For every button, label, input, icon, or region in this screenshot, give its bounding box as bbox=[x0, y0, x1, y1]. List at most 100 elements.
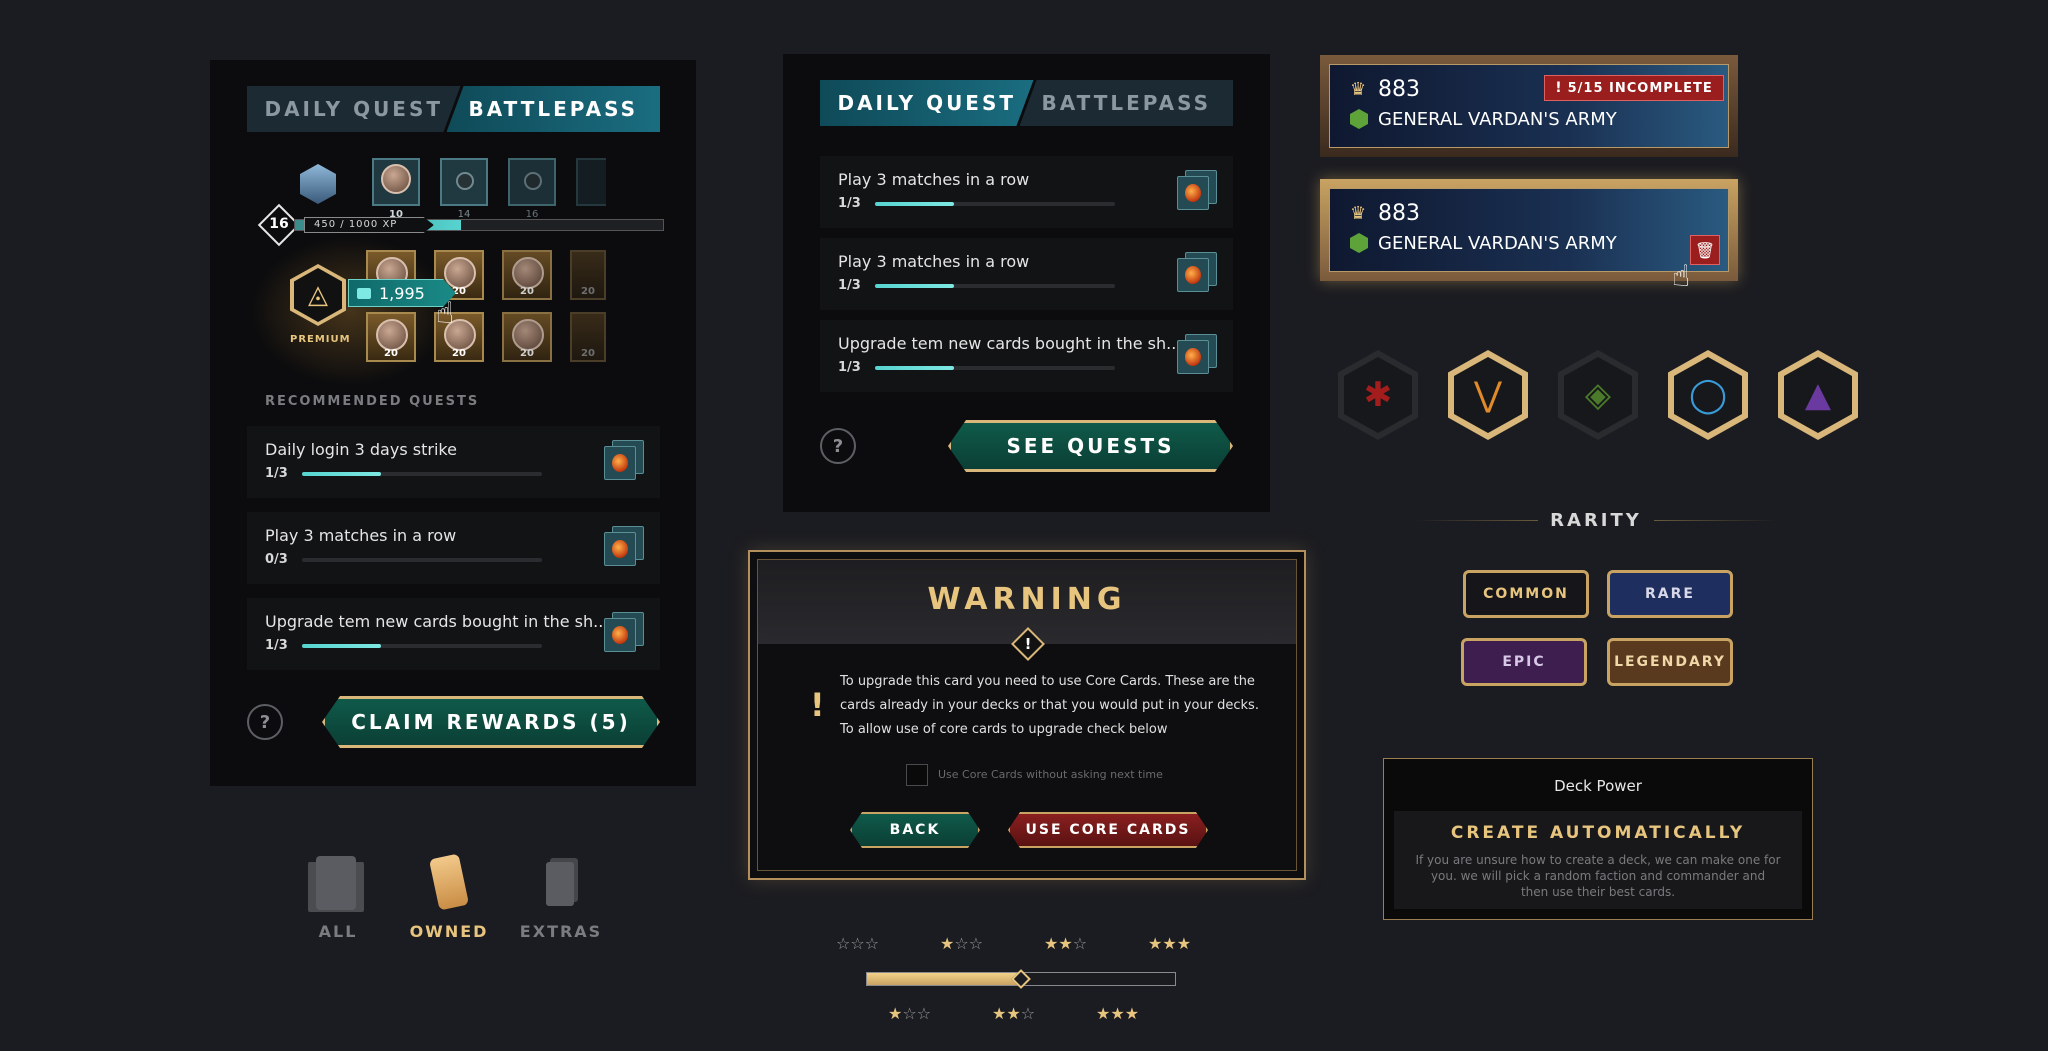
quest-progress-fill bbox=[875, 284, 955, 288]
premium-reward-slot[interactable]: 20 bbox=[366, 312, 416, 362]
star-progress-fill bbox=[867, 973, 1021, 985]
banner-name: GENERAL VARDAN'S ARMY bbox=[1378, 109, 1617, 130]
incomplete-label: 5/15 INCOMPLETE bbox=[1567, 80, 1713, 96]
quest-row[interactable]: Play 3 matches in a row 1/3 bbox=[820, 238, 1233, 310]
filter-owned[interactable]: OWNED bbox=[404, 852, 494, 942]
reward-coin-icon bbox=[512, 257, 544, 289]
blue-faction-icon: ◯ bbox=[1674, 357, 1742, 433]
filter-all[interactable]: ALL bbox=[298, 852, 378, 942]
quest-progress-bar bbox=[302, 558, 542, 562]
army-banner-selected[interactable]: ♛ 883 GENERAL VARDAN'S ARMY 🗑 ☝ bbox=[1320, 179, 1738, 294]
half-star-rating-icon: ★★★ bbox=[1096, 1004, 1140, 1023]
create-auto-text: If you are unsure how to create a deck, … bbox=[1415, 853, 1781, 867]
tab-daily-quest[interactable]: DAILY QUEST bbox=[247, 86, 461, 132]
quest-progress-fill bbox=[875, 366, 955, 370]
price-value: 1,995 bbox=[379, 283, 425, 303]
reward-level: 20 bbox=[581, 348, 595, 359]
battlepass-panel: DAILY QUEST BATTLEPASS 10 14 16 16 450 /… bbox=[210, 60, 696, 786]
recommended-quests-label: RECOMMENDED QUESTS bbox=[265, 394, 480, 409]
quest-title: Play 3 matches in a row bbox=[265, 526, 457, 545]
quest-title: Play 3 matches in a row bbox=[838, 170, 1030, 189]
quest-tabs: DAILY QUEST BATTLEPASS bbox=[820, 80, 1233, 126]
reward-coin-icon bbox=[376, 319, 408, 351]
locked-reward-slot[interactable]: 14 bbox=[440, 158, 488, 220]
quest-row[interactable]: Daily login 3 days strike 1/3 bbox=[247, 426, 660, 498]
cards-icon bbox=[316, 856, 356, 910]
faction-hex[interactable]: ◯ bbox=[1668, 350, 1748, 440]
owned-cards-icon bbox=[428, 853, 470, 911]
card-reward-icon bbox=[1177, 334, 1217, 374]
reward-slot[interactable]: 10 bbox=[372, 158, 420, 220]
card-reward-icon bbox=[1177, 252, 1217, 292]
delete-button[interactable]: 🗑 bbox=[1690, 235, 1720, 265]
tab-battlepass[interactable]: BATTLEPASS bbox=[1019, 80, 1233, 126]
hand-cursor-icon: ☝ bbox=[436, 296, 455, 331]
deck-power-panel: Deck Power CREATE AUTOMATICALLY If you a… bbox=[1383, 758, 1813, 920]
card-reward-icon bbox=[1177, 170, 1217, 210]
quest-progress-bar bbox=[875, 366, 1115, 370]
reward-coin-icon bbox=[381, 164, 411, 194]
back-button[interactable]: BACK bbox=[850, 812, 980, 848]
locked-reward-slot[interactable] bbox=[576, 158, 606, 206]
banner-score: 883 bbox=[1378, 77, 1420, 102]
lock-icon bbox=[456, 172, 474, 190]
purple-faction-icon: ▲ bbox=[1784, 357, 1852, 433]
help-button[interactable]: ? bbox=[820, 428, 856, 464]
dialog-body-line: To upgrade this card you need to use Cor… bbox=[840, 674, 1255, 689]
filter-label: ALL bbox=[318, 922, 358, 941]
filter-extras[interactable]: EXTRAS bbox=[516, 852, 606, 942]
army-banner[interactable]: ♛ 883 GENERAL VARDAN'S ARMY ! 5/15 INCOM… bbox=[1320, 55, 1738, 157]
faction-hex[interactable]: ▲ bbox=[1778, 350, 1858, 440]
quest-count: 1/3 bbox=[838, 360, 861, 375]
green-faction-icon: ◈ bbox=[1564, 357, 1632, 433]
quest-progress-bar bbox=[875, 202, 1115, 206]
deck-power-title: Deck Power bbox=[1554, 777, 1642, 795]
dialog-title: WARNING bbox=[927, 582, 1127, 617]
quest-title: Play 3 matches in a row bbox=[838, 252, 1030, 271]
rarity-epic[interactable]: EPIC bbox=[1461, 638, 1587, 686]
quest-progress-bar bbox=[302, 644, 542, 648]
banner-score: 883 bbox=[1378, 201, 1420, 226]
tier-icon bbox=[300, 164, 336, 204]
reward-coin-icon bbox=[444, 257, 476, 289]
quest-row[interactable]: Play 3 matches in a row 1/3 bbox=[820, 156, 1233, 228]
see-quests-button[interactable]: SEE QUESTS bbox=[948, 420, 1233, 472]
rarity-common[interactable]: COMMON bbox=[1463, 570, 1589, 618]
rarity-legendary[interactable]: LEGENDARY bbox=[1607, 638, 1733, 686]
quest-count: 1/3 bbox=[838, 196, 861, 211]
premium-reward-slot[interactable]: 20 bbox=[570, 250, 606, 300]
rarity-rare[interactable]: RARE bbox=[1607, 570, 1733, 618]
star-rating-icon: ★★★ bbox=[1148, 934, 1192, 953]
checkbox-label: Use Core Cards without asking next time bbox=[938, 768, 1163, 781]
faction-hex[interactable]: ⋁ bbox=[1448, 350, 1528, 440]
quest-title: Upgrade tem new cards bought in the sh..… bbox=[838, 334, 1182, 353]
quest-title: Daily login 3 days strike bbox=[265, 440, 457, 459]
faction-hex[interactable]: ◈ bbox=[1558, 350, 1638, 440]
faction-hex[interactable]: ✱ bbox=[1338, 350, 1418, 440]
quest-count: 1/3 bbox=[265, 466, 288, 481]
use-core-cards-button[interactable]: USE CORE CARDS bbox=[1008, 812, 1208, 848]
dialog-body-line: To allow use of core cards to upgrade ch… bbox=[840, 722, 1168, 737]
help-button[interactable]: ? bbox=[247, 704, 283, 740]
quest-row[interactable]: Play 3 matches in a row 0/3 bbox=[247, 512, 660, 584]
half-star-rating-icon: ★★☆ bbox=[992, 1004, 1036, 1023]
quest-count: 1/3 bbox=[265, 638, 288, 653]
premium-reward-slot[interactable]: 20 bbox=[502, 312, 552, 362]
claim-rewards-button[interactable]: CLAIM REWARDS (5) bbox=[322, 696, 660, 748]
core-cards-checkbox[interactable] bbox=[906, 764, 928, 786]
level-number: 16 bbox=[269, 216, 289, 232]
quest-progress-fill bbox=[302, 472, 382, 476]
lock-icon bbox=[524, 172, 542, 190]
half-star-rating-icon: ★☆☆ bbox=[888, 1004, 932, 1023]
create-auto-box[interactable]: CREATE AUTOMATICALLY If you are unsure h… bbox=[1394, 811, 1802, 909]
tab-battlepass[interactable]: BATTLEPASS bbox=[446, 86, 660, 132]
premium-reward-slot[interactable]: 20 bbox=[502, 250, 552, 300]
locked-reward-slot[interactable]: 16 bbox=[508, 158, 556, 220]
premium-reward-slot[interactable]: 20 bbox=[570, 312, 606, 362]
quest-row[interactable]: Upgrade tem new cards bought in the sh..… bbox=[247, 598, 660, 670]
quest-row[interactable]: Upgrade tem new cards bought in the sh..… bbox=[820, 320, 1233, 392]
daily-quest-panel: DAILY QUEST BATTLEPASS Play 3 matches in… bbox=[783, 54, 1270, 512]
tab-daily-quest[interactable]: DAILY QUEST bbox=[820, 80, 1034, 126]
reward-level: 20 bbox=[520, 348, 534, 359]
incomplete-badge: ! 5/15 INCOMPLETE bbox=[1544, 75, 1724, 101]
